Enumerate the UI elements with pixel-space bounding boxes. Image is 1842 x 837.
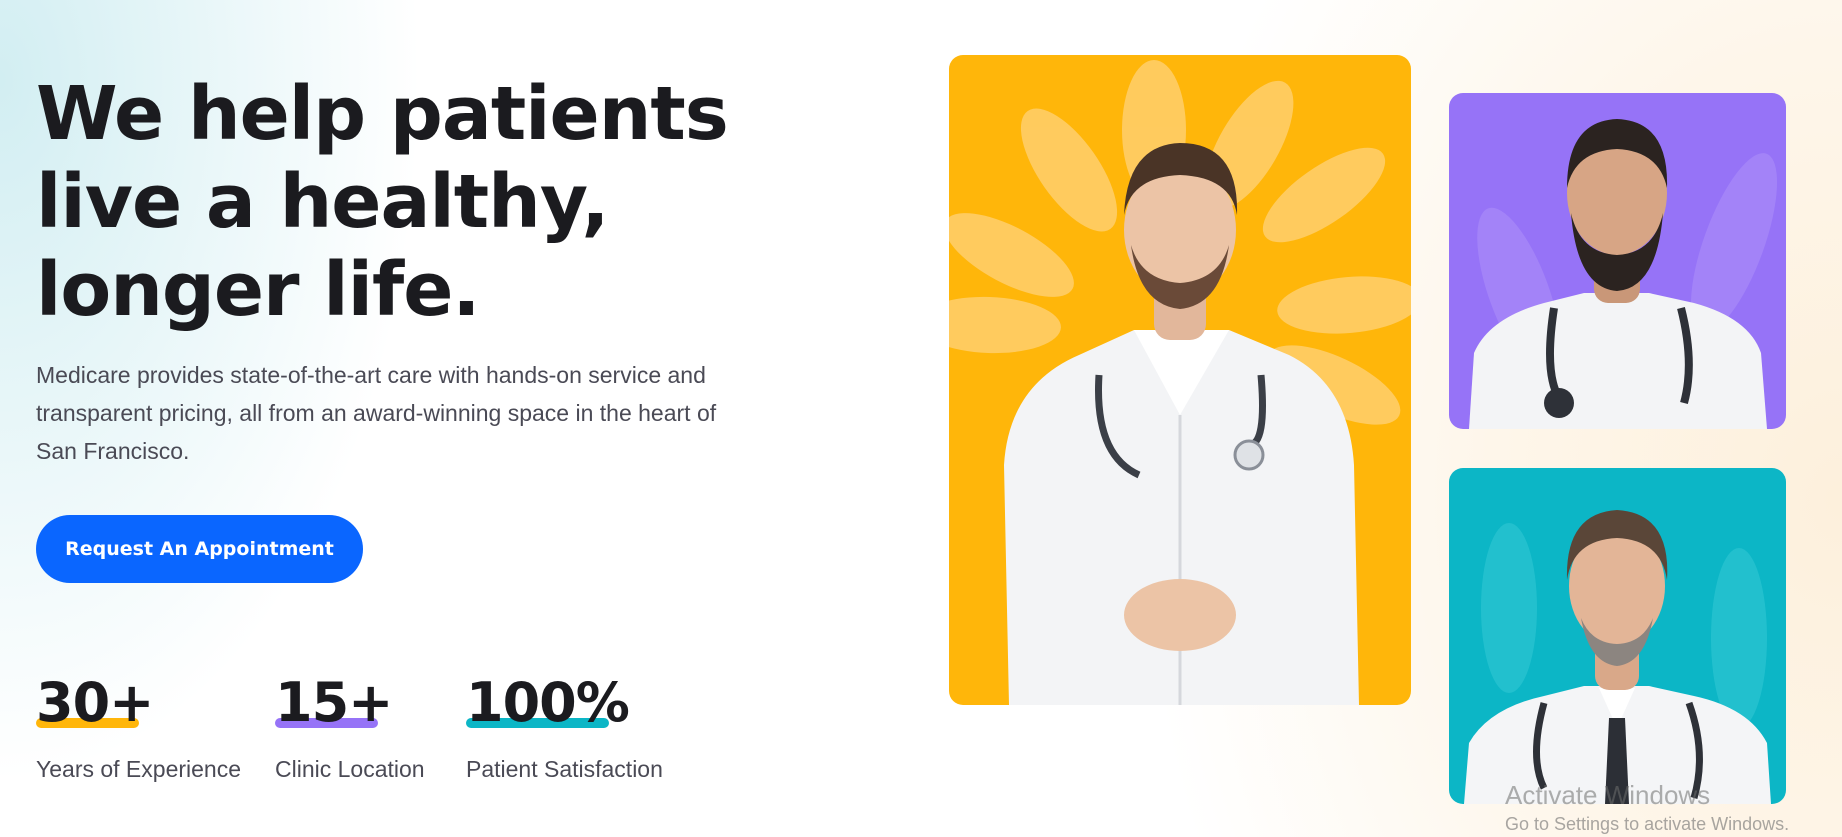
stat-patient-satisfaction: 100% Patient Satisfaction	[466, 670, 663, 782]
doctor-photo-main	[949, 55, 1411, 705]
doctor-photo-top-right	[1449, 93, 1786, 429]
stat-label: Patient Satisfaction	[466, 756, 663, 782]
stat-label: Years of Experience	[36, 756, 242, 782]
request-appointment-button[interactable]: Request An Appointment	[36, 515, 363, 583]
doctor-illustration	[949, 60, 1411, 705]
stat-label: Clinic Location	[275, 756, 425, 782]
windows-activation-title: Activate Windows	[1505, 780, 1711, 810]
stat-value: 15+	[275, 671, 393, 734]
doctor-photo-bottom-right	[1449, 468, 1786, 804]
hero-title-line: We help patients	[36, 71, 729, 157]
hero-description: Medicare provides state-of-the-art care …	[36, 362, 717, 464]
stat-value: 30+	[36, 671, 154, 734]
stat-clinic-locations: 15+ Clinic Location	[275, 670, 425, 782]
stat-experience: 30+ Years of Experience	[36, 670, 241, 782]
windows-activation-subtitle: Go to Settings to activate Windows.	[1505, 814, 1790, 834]
hero-title-line: live a healthy,	[36, 159, 609, 245]
doctor-illustration	[1464, 510, 1771, 804]
doctor-illustration	[1469, 119, 1778, 429]
hero-title: We help patients live a healthy, longer …	[36, 70, 729, 334]
hero-title-line: longer life.	[36, 247, 481, 333]
stat-value: 100%	[466, 671, 630, 734]
